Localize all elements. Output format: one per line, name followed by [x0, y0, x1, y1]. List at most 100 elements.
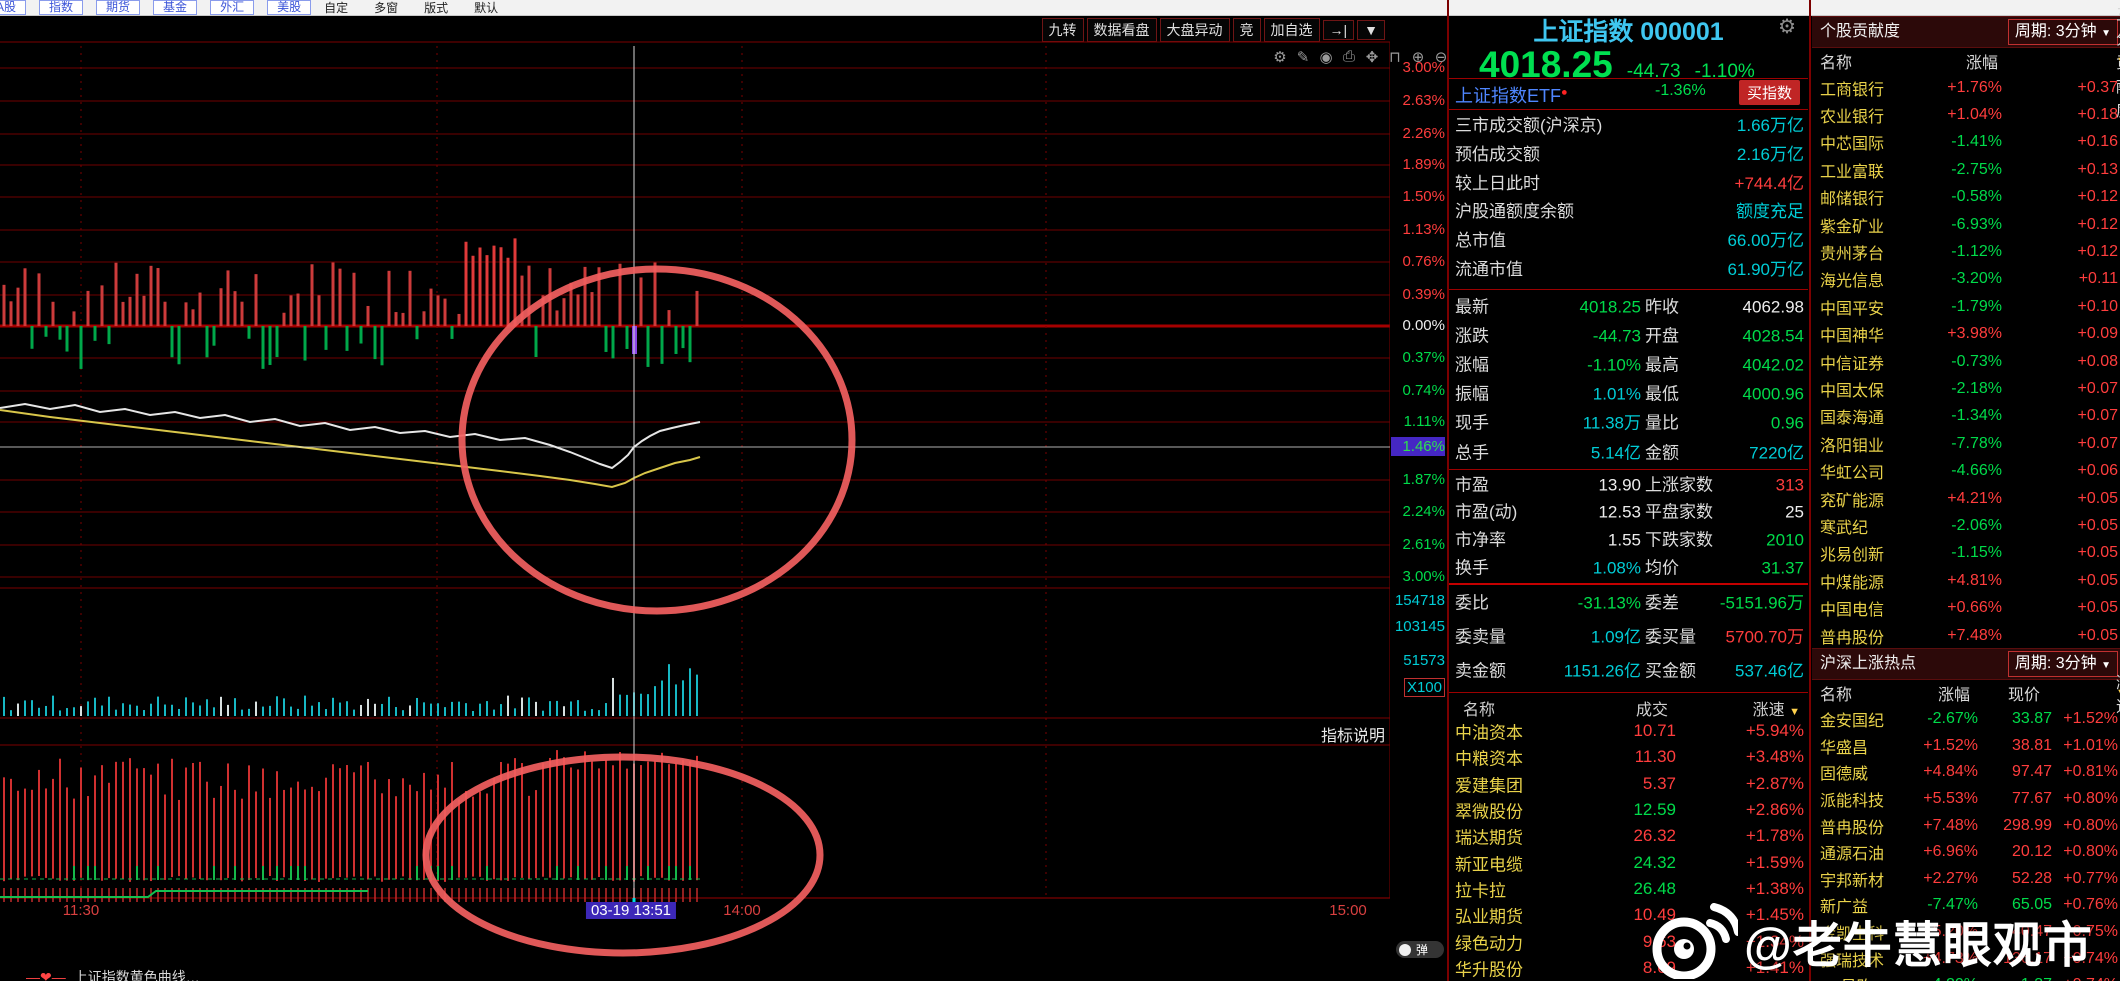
table-row[interactable]: 中国神华 +3.98% +0.09: [1812, 321, 2120, 348]
sort-desc-icon[interactable]: ▼: [1789, 706, 1800, 718]
table-row[interactable]: 新亚电缆 24.32 +1.59%: [1449, 849, 1808, 875]
stock-name[interactable]: 邮储银行: [1820, 185, 1884, 209]
volume-axis-label: X100: [1403, 678, 1445, 697]
stock-name[interactable]: 通源石油: [1820, 840, 1884, 864]
table-row[interactable]: 派能科技 +5.53% 77.67 +0.80%: [1812, 786, 2120, 813]
stock-name[interactable]: 中芯国际: [1820, 130, 1884, 154]
stock-name[interactable]: 国泰海通: [1820, 404, 1884, 428]
etf-row[interactable]: 上证指数ETF● -1.36% 买指数: [1455, 80, 1802, 106]
stock-name[interactable]: 瑞达期货: [1455, 824, 1523, 849]
stock-name[interactable]: 工商银行: [1820, 76, 1884, 100]
stock-name[interactable]: 华盛昌: [1820, 734, 1868, 758]
table-row[interactable]: 华盛昌 +1.52% 38.81 +1.01%: [1812, 733, 2120, 760]
stock-name[interactable]: 寒武纪: [1820, 514, 1868, 538]
table-row[interactable]: 翠微股份 12.59 +2.86%: [1449, 797, 1808, 823]
table-row[interactable]: 兖矿能源 +4.21% +0.05: [1812, 485, 2120, 512]
stock-name[interactable]: 中国太保: [1820, 377, 1884, 401]
table-row[interactable]: 中粮资本 11.30 +3.48%: [1449, 744, 1808, 770]
col-price[interactable]: 成交: [1636, 696, 1668, 720]
table-row[interactable]: 紫金矿业 -6.93% +0.12: [1812, 211, 2120, 238]
stock-name[interactable]: 华升股份: [1455, 955, 1523, 980]
stock-name[interactable]: 翠微股份: [1455, 798, 1523, 823]
stock-name[interactable]: 农业银行: [1820, 103, 1884, 127]
stock-name[interactable]: 工业富联: [1820, 158, 1884, 182]
stock-name[interactable]: 洛阳钼业: [1820, 432, 1884, 456]
stock-name[interactable]: 普冉股份: [1820, 624, 1884, 648]
chevron-down-icon: ▼: [2101, 28, 2111, 39]
table-row[interactable]: 中国太保 -2.18% +0.07: [1812, 375, 2120, 402]
deal-table-header: 名称 成交 涨速 ▼: [1449, 696, 1808, 720]
table-row[interactable]: 瑞达期货 26.32 +1.78%: [1449, 823, 1808, 849]
stock-name[interactable]: 固德威: [1820, 760, 1868, 784]
stock-name[interactable]: 拉卡拉: [1455, 876, 1506, 901]
quote-row: 最新 4018.25 昨收 4062.98: [1455, 297, 1804, 317]
stock-name[interactable]: 兆易创新: [1820, 541, 1884, 565]
stock-name[interactable]: 中煤能源: [1820, 569, 1884, 593]
order-book-list: 委比 -31.13% 委差 -5151.96万 委卖量 1.09亿 委买量 57…: [1449, 586, 1808, 688]
buy-index-button[interactable]: 买指数: [1738, 80, 1800, 105]
stock-name[interactable]: 紫金矿业: [1820, 213, 1884, 237]
intraday-chart[interactable]: [0, 0, 1390, 981]
stock-name[interactable]: 贵州茅台: [1820, 240, 1884, 264]
stock-name[interactable]: 弘业期货: [1455, 903, 1523, 928]
stock-name[interactable]: 宇邦新材: [1820, 867, 1884, 891]
axis-label: 0.39%: [1402, 286, 1445, 303]
stock-name[interactable]: 普冉股份: [1820, 814, 1884, 838]
table-row[interactable]: 兆易创新 -1.15% +0.05: [1812, 540, 2120, 567]
table-row[interactable]: 固德威 +4.84% 97.47 +0.81%: [1812, 759, 2120, 786]
stock-name[interactable]: 派能科技: [1820, 787, 1884, 811]
table-row[interactable]: 邮储银行 -0.58% +0.12: [1812, 184, 2120, 211]
stock-name[interactable]: 爱建集团: [1455, 771, 1523, 796]
stock-name[interactable]: 中油资本: [1455, 719, 1523, 744]
stock-name[interactable]: 中粮资本: [1455, 745, 1523, 770]
table-row[interactable]: 中煤能源 +4.81% +0.05: [1812, 567, 2120, 594]
axis-label: 0.76%: [1402, 253, 1445, 270]
table-row[interactable]: 国泰海通 -1.34% +0.07: [1812, 403, 2120, 430]
info-value: 额度充足: [1736, 202, 1804, 222]
axis-label: 3.00%: [1402, 59, 1445, 76]
stock-name[interactable]: 华虹公司: [1820, 459, 1884, 483]
table-row[interactable]: 中芯国际 -1.41% +0.16: [1812, 129, 2120, 156]
table-row[interactable]: 贵州茅台 -1.12% +0.12: [1812, 238, 2120, 265]
col-name[interactable]: 名称: [1463, 696, 1495, 720]
table-row[interactable]: 农业银行 +1.04% +0.18: [1812, 101, 2120, 128]
table-row[interactable]: 中国电信 +0.66% +0.05: [1812, 594, 2120, 621]
col-speed[interactable]: 涨速 ▼: [1753, 696, 1800, 720]
table-row[interactable]: 拉卡拉 26.48 +1.38%: [1449, 876, 1808, 902]
stock-name[interactable]: 中国平安: [1820, 295, 1884, 319]
table-row[interactable]: 中信证券 -0.73% +0.08: [1812, 348, 2120, 375]
stock-name[interactable]: 海光信息: [1820, 267, 1884, 291]
stock-name[interactable]: 中国神华: [1820, 322, 1884, 346]
stock-name[interactable]: 兖矿能源: [1820, 487, 1884, 511]
stock-name[interactable]: 中国电信: [1820, 596, 1884, 620]
indicator-help-link[interactable]: 指标说明: [1230, 722, 1385, 746]
table-row[interactable]: 金安国纪 -2.67% 33.87 +1.52%: [1812, 706, 2120, 733]
stock-name[interactable]: 金安国纪: [1820, 707, 1884, 731]
table-row[interactable]: 海光信息 -3.20% +0.11: [1812, 266, 2120, 293]
stock-name[interactable]: 中信证券: [1820, 350, 1884, 374]
table-row[interactable]: 工业富联 -2.75% +0.13: [1812, 156, 2120, 183]
table-row[interactable]: 工商银行 +1.76% +0.37: [1812, 74, 2120, 101]
table-row[interactable]: 华虹公司 -4.66% +0.06: [1812, 457, 2120, 484]
period-select[interactable]: 周期: 3分钟 ▼: [2007, 651, 2118, 677]
panel-header: 个股贡献度 周期: 3分钟 ▼: [1812, 16, 2120, 48]
info-label: 沪股通额度余额: [1455, 202, 1574, 222]
info-row: 流通市值 61.90万亿: [1449, 256, 1808, 285]
table-row[interactable]: 通源石油 +6.96% 20.12 +0.80%: [1812, 839, 2120, 866]
stock-name[interactable]: 新亚电缆: [1455, 850, 1523, 875]
table-row[interactable]: 洛阳钼业 -7.78% +0.07: [1812, 430, 2120, 457]
table-row[interactable]: 爱建集团 5.37 +2.87%: [1449, 771, 1808, 797]
axis-label: 2.61%: [1402, 536, 1445, 553]
gear-icon[interactable]: ⚙: [1778, 14, 1796, 39]
table-row[interactable]: 宇邦新材 +2.27% 52.28 +0.77%: [1812, 866, 2120, 893]
etf-link[interactable]: 上证指数ETF: [1455, 86, 1561, 106]
period-select[interactable]: 周期: 3分钟 ▼: [2007, 19, 2118, 45]
table-row[interactable]: 中油资本 10.71 +5.94%: [1449, 718, 1808, 744]
table-row[interactable]: 普冉股份 +7.48% 298.99 +0.80%: [1812, 812, 2120, 839]
popup-toggle[interactable]: 弹: [1396, 941, 1444, 958]
quote-row: 市盈 13.90 上涨家数 313: [1455, 475, 1804, 495]
table-row[interactable]: 普冉股份 +7.48% +0.05: [1812, 622, 2120, 649]
table-row[interactable]: 寒武纪 -2.06% +0.05: [1812, 512, 2120, 539]
stock-name[interactable]: 绿色动力: [1455, 929, 1523, 954]
table-row[interactable]: 中国平安 -1.79% +0.10: [1812, 293, 2120, 320]
